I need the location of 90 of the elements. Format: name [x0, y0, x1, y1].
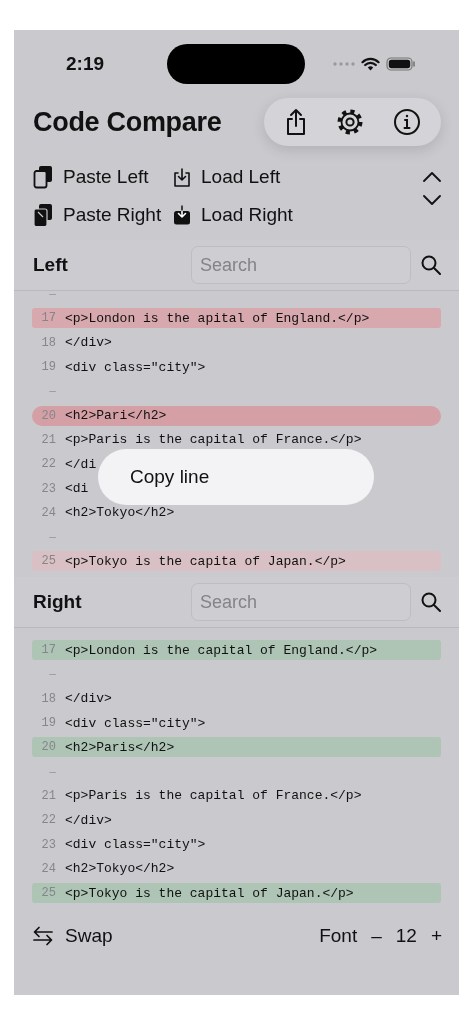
load-left-button[interactable]: Load Left: [173, 164, 293, 190]
load-right-button[interactable]: Load Right: [173, 202, 293, 228]
code-line[interactable]: 22 </div>: [32, 810, 441, 831]
chevron-down-icon: [423, 195, 441, 206]
code-text: <di: [65, 481, 89, 496]
line-number: 17: [40, 311, 57, 326]
code-line[interactable]: 24 <h2>Tokyo</h2>: [32, 502, 441, 523]
pane-title: Left: [33, 254, 69, 276]
font-size-value: 12: [395, 925, 417, 947]
download-icon: [173, 167, 191, 187]
line-number: 20: [40, 740, 57, 755]
decrease-font-button[interactable]: –: [371, 925, 382, 947]
paste-right-button[interactable]: Paste Right: [33, 202, 173, 228]
search-field[interactable]: Search: [191, 246, 411, 284]
line-number: 24: [40, 505, 57, 520]
code-text: <h2>Pari</h2>: [65, 408, 167, 424]
clipboard-icon: [33, 203, 53, 227]
line-number: 17: [40, 643, 57, 658]
status-time: 2:19: [65, 53, 105, 75]
line-number: 25: [40, 886, 57, 901]
swap-icon: [33, 926, 53, 946]
gap-marker: –: [48, 291, 57, 302]
code-text: </div>: [65, 691, 112, 707]
line-number: 18: [40, 691, 57, 706]
line-number: 21: [40, 432, 57, 447]
line-number: 22: [40, 457, 57, 472]
code-line[interactable]: 21 <p>Paris is the capital of France.</p>: [32, 785, 441, 806]
download-icon: [173, 205, 191, 225]
swap-button[interactable]: Swap: [33, 925, 113, 947]
line-number: 22: [40, 813, 57, 828]
code-text: <p>Paris is the capital of France.</p>: [65, 788, 362, 804]
line-number: 19: [40, 360, 57, 375]
share-icon: [284, 108, 307, 136]
info-button[interactable]: [392, 108, 421, 136]
search-icon: [421, 592, 441, 612]
code-text: <h2>Paris</h2>: [65, 739, 175, 755]
increase-font-button[interactable]: +: [430, 925, 442, 947]
wifi-icon: [361, 57, 380, 71]
next-change-button[interactable]: [423, 195, 441, 206]
share-button[interactable]: [284, 108, 307, 136]
pane-title: Right: [33, 591, 83, 613]
line-number: 24: [40, 861, 57, 876]
clipboard-icon: [33, 165, 53, 189]
line-number: 25: [40, 554, 57, 569]
chevron-up-icon: [423, 171, 441, 182]
line-number: 19: [40, 716, 57, 731]
settings-icon: [335, 108, 364, 136]
signal-icon: [333, 62, 355, 66]
code-text: <div class="city">: [65, 837, 206, 852]
battery-icon: [386, 57, 416, 71]
paste-left-button[interactable]: Paste Left: [33, 164, 173, 190]
code-text: <div class="city">: [65, 715, 206, 731]
gap-marker: –: [48, 764, 57, 779]
code-line[interactable]: 21 <p>Paris is the capital of France.</p>: [32, 429, 441, 450]
code-line[interactable]: 18 </div>: [32, 688, 441, 709]
line-number: 23: [40, 481, 57, 496]
settings-button[interactable]: [335, 108, 364, 136]
code-text: <p>London is the capital of England.</p>: [65, 642, 378, 658]
gap-marker: –: [48, 667, 57, 682]
code-line[interactable]: 23 <div class="city">: [32, 834, 441, 855]
copy-line-menu-item[interactable]: Copy line: [130, 466, 210, 488]
code-text: </div>: [65, 335, 112, 351]
gap-marker: –: [48, 530, 57, 545]
search-button[interactable]: [421, 592, 441, 612]
code-line[interactable]: 24 <h2>Tokyo</h2>: [32, 858, 441, 879]
search-button[interactable]: [421, 255, 441, 275]
gap-marker: –: [48, 384, 57, 399]
code-text: <p>Paris is the capital of France.</p>: [65, 432, 362, 448]
code-text: <h2>Tokyo</h2>: [65, 505, 175, 521]
code-text: <h2>Tokyo</h2>: [65, 861, 175, 877]
code-text: </div>: [65, 812, 112, 828]
code-line[interactable]: 20 <h2>Pari</h2>: [32, 405, 441, 426]
code-text: </di: [65, 456, 97, 472]
code-line[interactable]: 19 <div class="city">: [32, 357, 441, 378]
font-label: Font: [319, 925, 358, 947]
line-number: 18: [40, 335, 57, 350]
previous-change-button[interactable]: [423, 171, 441, 182]
info-icon: [392, 108, 421, 136]
code-text: <p>Tokyo is the capita of Japan.</p>: [65, 553, 346, 569]
line-number: 20: [40, 408, 57, 423]
code-text: <p>Tokyo is the capital of Japan.</p>: [65, 885, 354, 901]
line-number: 21: [40, 788, 57, 803]
line-number: 23: [40, 837, 57, 852]
code-line[interactable]: 18 </div>: [32, 332, 441, 353]
code-text: <p>London is the apital of England.</p>: [65, 310, 370, 326]
search-field[interactable]: Search: [191, 583, 411, 621]
code-text: <div class="city">: [65, 359, 206, 375]
search-icon: [421, 255, 441, 275]
code-line[interactable]: 19 <div class="city">: [32, 713, 441, 734]
app-title: Code Compare: [33, 106, 222, 138]
